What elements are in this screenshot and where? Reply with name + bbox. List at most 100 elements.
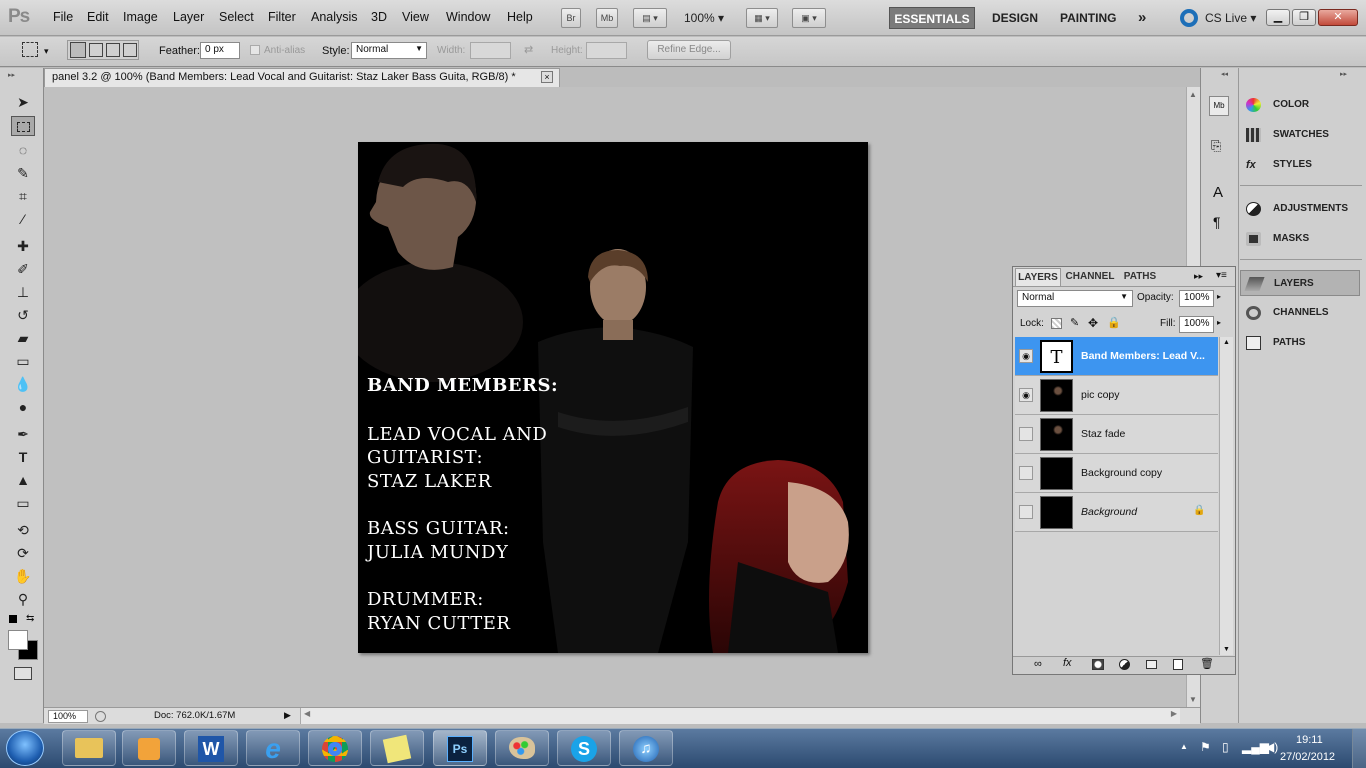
lock-transparency-icon[interactable]: [1051, 318, 1062, 329]
dock-adjustments[interactable]: ADJUSTMENTS: [1240, 196, 1360, 222]
screen-mode-button[interactable]: ▣ ▾: [792, 8, 826, 28]
marquee-tool-preset-icon[interactable]: [22, 42, 38, 57]
panel-menu-icon[interactable]: ▾≡: [1216, 270, 1227, 281]
layers-scroll-down-icon[interactable]: ▼: [1223, 646, 1230, 653]
rectangular-marquee-tool-icon[interactable]: [11, 116, 35, 136]
collapse-dock-icon[interactable]: ▸▸: [1340, 70, 1347, 78]
internet-explorer-taskbar-icon[interactable]: e: [246, 730, 300, 766]
refine-edge-button[interactable]: Refine Edge...: [647, 40, 731, 60]
layer-row[interactable]: ◉ pic copy: [1015, 376, 1218, 415]
character-panel-icon[interactable]: A: [1213, 184, 1223, 201]
dock-swatches[interactable]: SWATCHES: [1240, 122, 1360, 148]
layers-scroll-up-icon[interactable]: ▲: [1223, 339, 1230, 346]
scroll-down-icon[interactable]: ▼: [1189, 695, 1197, 704]
visibility-eye-icon[interactable]: ◉: [1019, 349, 1033, 363]
layer-row[interactable]: ◉ T Band Members: Lead V...: [1015, 337, 1218, 376]
status-zoom-field[interactable]: 100%: [48, 710, 88, 723]
history-brush-tool-icon[interactable]: ↺: [11, 305, 35, 325]
eyedropper-tool-icon[interactable]: ⁄: [11, 209, 35, 229]
word-taskbar-icon[interactable]: W: [184, 730, 238, 766]
workspace-essentials[interactable]: ESSENTIALS: [889, 7, 975, 29]
add-to-selection-icon[interactable]: [89, 43, 103, 57]
document-tab[interactable]: panel 3.2 @ 100% (Band Members: Lead Voc…: [44, 68, 560, 87]
explorer-taskbar-icon[interactable]: [62, 730, 116, 766]
menu-file[interactable]: File: [53, 10, 73, 24]
close-button[interactable]: ✕: [1318, 9, 1358, 26]
show-desktop-button[interactable]: [1352, 729, 1366, 768]
skype-taskbar-icon[interactable]: S: [557, 730, 611, 766]
mini-bridge-panel-icon[interactable]: Mb: [1209, 96, 1229, 116]
restore-button[interactable]: ❐: [1292, 9, 1316, 26]
dock-paths[interactable]: PATHS: [1240, 330, 1360, 356]
hand-tool-icon[interactable]: ✋: [11, 566, 35, 586]
scroll-left-icon[interactable]: ◀: [304, 709, 310, 718]
link-layers-icon[interactable]: ∞: [1034, 658, 1042, 670]
feather-input[interactable]: 0 px: [200, 42, 240, 59]
scroll-right-icon[interactable]: ▶: [1171, 709, 1177, 718]
quick-mask-icon[interactable]: [14, 667, 32, 680]
fill-slider-icon[interactable]: ▸: [1217, 318, 1221, 327]
arrange-documents-button[interactable]: ▦ ▾: [746, 8, 778, 28]
paragraph-panel-icon[interactable]: ¶: [1213, 214, 1221, 230]
lasso-tool-icon[interactable]: ◌: [11, 140, 35, 160]
brush-tool-icon[interactable]: ✐: [11, 259, 35, 279]
preset-dropdown-icon[interactable]: ▾: [44, 46, 49, 57]
clone-stamp-tool-icon[interactable]: ⊥: [11, 282, 35, 302]
visibility-eye-icon[interactable]: ◉: [1019, 388, 1033, 402]
dock-layers[interactable]: LAYERS: [1240, 270, 1360, 296]
chrome-taskbar-icon[interactable]: [308, 730, 362, 766]
layer-row[interactable]: Background 🔒: [1015, 493, 1218, 532]
menu-image[interactable]: Image: [123, 10, 158, 24]
menu-help[interactable]: Help: [507, 10, 533, 24]
taskbar-date[interactable]: 27/02/2012: [1280, 751, 1335, 763]
dock-color[interactable]: COLOR: [1240, 92, 1360, 118]
visibility-toggle[interactable]: [1019, 466, 1033, 480]
opacity-slider-icon[interactable]: ▸: [1217, 292, 1221, 301]
foreground-color-swatch[interactable]: [8, 630, 28, 650]
default-colors-icon[interactable]: [9, 615, 17, 623]
document-close-icon[interactable]: ×: [541, 71, 553, 83]
lock-position-icon[interactable]: ✥: [1088, 316, 1098, 330]
width-input[interactable]: [470, 42, 511, 59]
crop-tool-icon[interactable]: ⌗: [11, 186, 35, 206]
spot-healing-tool-icon[interactable]: ✚: [11, 236, 35, 256]
eraser-tool-icon[interactable]: ▰: [11, 328, 35, 348]
history-panel-icon[interactable]: ⎘: [1211, 138, 1221, 154]
tab-channels[interactable]: CHANNEL: [1063, 268, 1117, 286]
workspace-design[interactable]: DESIGN: [984, 7, 1046, 29]
start-button[interactable]: [6, 730, 44, 766]
pen-tool-icon[interactable]: ✒: [11, 424, 35, 444]
gradient-tool-icon[interactable]: ▭: [11, 351, 35, 371]
path-selection-tool-icon[interactable]: ▲: [11, 470, 35, 490]
horizontal-scrollbar[interactable]: ◀ ▶: [300, 708, 1180, 724]
show-hidden-icons-icon[interactable]: ▲: [1180, 742, 1188, 751]
blend-mode-select[interactable]: Normal ▼: [1017, 290, 1133, 307]
minimize-button[interactable]: ▁: [1266, 9, 1290, 26]
status-menu-arrow-icon[interactable]: ▶: [284, 710, 291, 721]
menu-analysis[interactable]: Analysis: [311, 10, 358, 24]
height-input[interactable]: [586, 42, 627, 59]
dock-styles[interactable]: fx STYLES: [1240, 152, 1360, 178]
fill-input[interactable]: 100%: [1179, 316, 1214, 333]
status-info-icon[interactable]: [95, 711, 106, 722]
layer-row[interactable]: Background copy: [1015, 454, 1218, 493]
visibility-toggle[interactable]: [1019, 505, 1033, 519]
swap-colors-icon[interactable]: ⇆: [26, 613, 34, 624]
delete-layer-icon[interactable]: 🗑: [1200, 657, 1214, 670]
layers-scrollbar[interactable]: ▲ ▼: [1219, 337, 1233, 655]
layer-row[interactable]: Staz fade: [1015, 415, 1218, 454]
view-extras-button[interactable]: ▤ ▾: [633, 8, 667, 28]
volume-icon[interactable]: ◀): [1265, 740, 1278, 754]
dodge-tool-icon[interactable]: ●: [11, 397, 35, 417]
new-group-icon[interactable]: [1146, 660, 1157, 669]
opacity-input[interactable]: 100%: [1179, 290, 1214, 307]
style-select[interactable]: Normal ▼: [351, 42, 427, 59]
3d-orbit-tool-icon[interactable]: ⟳: [11, 543, 35, 563]
menu-filter[interactable]: Filter: [268, 10, 296, 24]
new-layer-icon[interactable]: [1173, 659, 1183, 670]
3d-rotate-tool-icon[interactable]: ⟲: [11, 520, 35, 540]
workspace-painting[interactable]: PAINTING: [1052, 7, 1124, 29]
adjustment-layer-icon[interactable]: [1119, 659, 1130, 670]
cs-live-menu[interactable]: CS Live ▾: [1205, 11, 1256, 25]
blur-tool-icon[interactable]: 💧: [11, 374, 35, 394]
